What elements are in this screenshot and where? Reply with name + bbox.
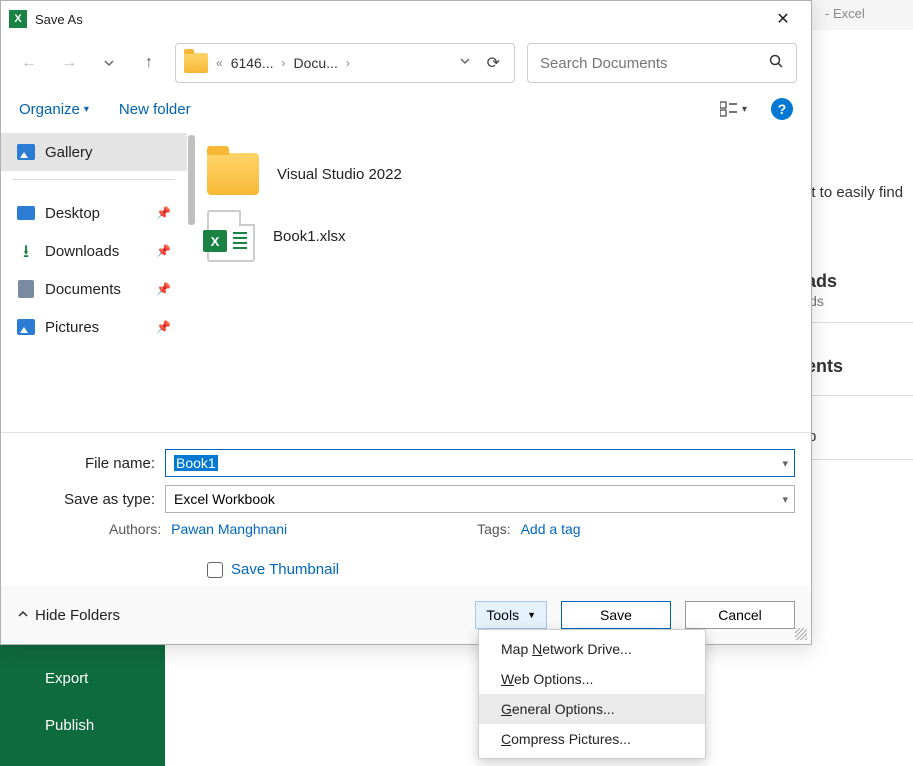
tools-button[interactable]: Tools ▼	[475, 601, 547, 629]
dialog-title: Save As	[35, 12, 83, 27]
view-options-button[interactable]: ▾	[720, 101, 747, 117]
excel-titlebar-text: - Excel	[825, 6, 865, 21]
sidebar-item-label: Downloads	[45, 243, 119, 260]
savetype-value: Excel Workbook	[174, 491, 275, 507]
filename-value: Book1	[174, 455, 218, 471]
new-folder-button[interactable]: New folder	[119, 101, 191, 118]
chevron-down-icon[interactable]: ▾	[782, 457, 788, 470]
savetype-label: Save as type:	[17, 491, 165, 508]
chevron-right-icon[interactable]: ›	[282, 56, 286, 70]
bg-divider	[808, 459, 913, 460]
tools-web-options[interactable]: Web Options...	[479, 664, 705, 694]
hide-folders-button[interactable]: Hide Folders	[17, 607, 120, 624]
back-button[interactable]: ←	[15, 47, 43, 79]
resize-grip[interactable]	[795, 628, 807, 640]
bg-divider	[808, 395, 913, 396]
nav-row: ← → ↑ « 6146... › Docu... › ⟳	[1, 37, 811, 89]
save-form: File name: Book1 ▾ Save as type: Excel W…	[1, 433, 811, 586]
up-button[interactable]: ↑	[135, 47, 163, 79]
organize-label: Organize	[19, 101, 80, 118]
file-name: Book1.xlsx	[273, 228, 346, 245]
save-thumbnail-checkbox[interactable]	[207, 562, 223, 578]
dialog-titlebar: X Save As ✕	[1, 1, 811, 37]
desktop-icon	[17, 206, 35, 220]
sidebar-scrollbar[interactable]	[188, 135, 195, 225]
search-icon[interactable]	[768, 53, 784, 74]
gallery-icon	[17, 144, 35, 160]
chevron-right-icon[interactable]: ›	[346, 56, 350, 70]
excel-icon: X	[9, 10, 27, 28]
chevron-down-icon[interactable]: ▾	[782, 493, 788, 506]
excel-file-icon: X	[207, 210, 255, 262]
dialog-body: Gallery Desktop 📌 ⭳ Downloads 📌 Document…	[1, 129, 811, 433]
recent-locations-button[interactable]	[95, 47, 123, 79]
filename-input[interactable]: Book1 ▾	[165, 449, 795, 477]
hide-folders-label: Hide Folders	[35, 607, 120, 624]
cancel-button[interactable]: Cancel	[685, 601, 795, 629]
sidebar-item-label: Documents	[45, 281, 121, 298]
tools-menu: Map Network Drive... Web Options... Gene…	[478, 629, 706, 759]
save-button[interactable]: Save	[561, 601, 671, 629]
folder-icon	[207, 153, 259, 195]
breadcrumb-seg1[interactable]: 6146...	[231, 55, 274, 71]
downloads-icon: ⭳	[17, 242, 35, 260]
bg-divider	[808, 322, 913, 323]
excel-backstage-sidebar	[0, 645, 165, 766]
sidebar-item-pictures[interactable]: Pictures 📌	[1, 308, 187, 346]
tools-map-drive[interactable]: Map Network Drive...	[479, 634, 705, 664]
search-input[interactable]	[540, 55, 768, 72]
chevron-down-icon: ▾	[84, 104, 89, 115]
sidebar-item-label: Pictures	[45, 319, 99, 336]
chevron-down-icon: ▼	[527, 610, 536, 620]
forward-button[interactable]: →	[55, 47, 83, 79]
filename-label: File name:	[17, 455, 165, 472]
pictures-icon	[17, 319, 35, 335]
crumb-sep: «	[216, 56, 223, 70]
sidebar-divider	[13, 179, 175, 180]
nav-sidebar: Gallery Desktop 📌 ⭳ Downloads 📌 Document…	[1, 129, 187, 432]
view-icon	[720, 101, 738, 117]
pin-icon: 📌	[156, 282, 171, 296]
chevron-up-icon	[17, 607, 29, 624]
sidebar-item-desktop[interactable]: Desktop 📌	[1, 194, 187, 232]
organize-menu[interactable]: Organize ▾	[19, 101, 89, 118]
save-as-dialog: X Save As ✕ ← → ↑ « 6146... › Docu... › …	[0, 0, 812, 645]
breadcrumb-seg2[interactable]: Docu...	[294, 55, 338, 71]
folder-item[interactable]: Visual Studio 2022	[207, 143, 791, 205]
tools-compress-pictures[interactable]: Compress Pictures...	[479, 724, 705, 754]
sidebar-item-gallery[interactable]: Gallery	[1, 133, 187, 171]
tags-label: Tags:	[477, 521, 510, 537]
sidebar-item-label: Gallery	[45, 144, 93, 161]
backstage-export[interactable]: Export	[45, 670, 88, 687]
authors-label: Authors:	[109, 521, 161, 537]
bg-text-hint: it to easily find	[808, 184, 903, 201]
address-bar[interactable]: « 6146... › Docu... › ⟳	[175, 43, 515, 83]
help-button[interactable]: ?	[771, 98, 793, 120]
savetype-select[interactable]: Excel Workbook ▾	[165, 485, 795, 513]
authors-value[interactable]: Pawan Manghnani	[171, 521, 287, 537]
pin-icon: 📌	[156, 206, 171, 220]
folder-icon	[184, 53, 208, 73]
sidebar-item-label: Desktop	[45, 205, 100, 222]
refresh-button[interactable]: ⟳	[481, 53, 506, 73]
address-history-button[interactable]	[455, 54, 475, 72]
sidebar-item-documents[interactable]: Documents 📌	[1, 270, 187, 308]
save-thumbnail-label[interactable]: Save Thumbnail	[231, 561, 339, 578]
pin-icon: 📌	[156, 320, 171, 334]
tools-general-options[interactable]: General Options...	[479, 694, 705, 724]
tags-value[interactable]: Add a tag	[521, 521, 581, 537]
chevron-down-icon: ▾	[742, 104, 747, 115]
pin-icon: 📌	[156, 244, 171, 258]
close-button[interactable]: ✕	[763, 4, 803, 34]
search-box[interactable]	[527, 43, 797, 83]
backstage-publish[interactable]: Publish	[45, 717, 94, 734]
tools-label: Tools	[486, 607, 519, 623]
file-list: Visual Studio 2022 X Book1.xlsx	[187, 129, 811, 432]
sidebar-item-downloads[interactable]: ⭳ Downloads 📌	[1, 232, 187, 270]
documents-icon	[18, 280, 34, 298]
folder-name: Visual Studio 2022	[277, 166, 402, 183]
toolbar: Organize ▾ New folder ▾ ?	[1, 89, 811, 129]
file-item[interactable]: X Book1.xlsx	[207, 205, 791, 267]
